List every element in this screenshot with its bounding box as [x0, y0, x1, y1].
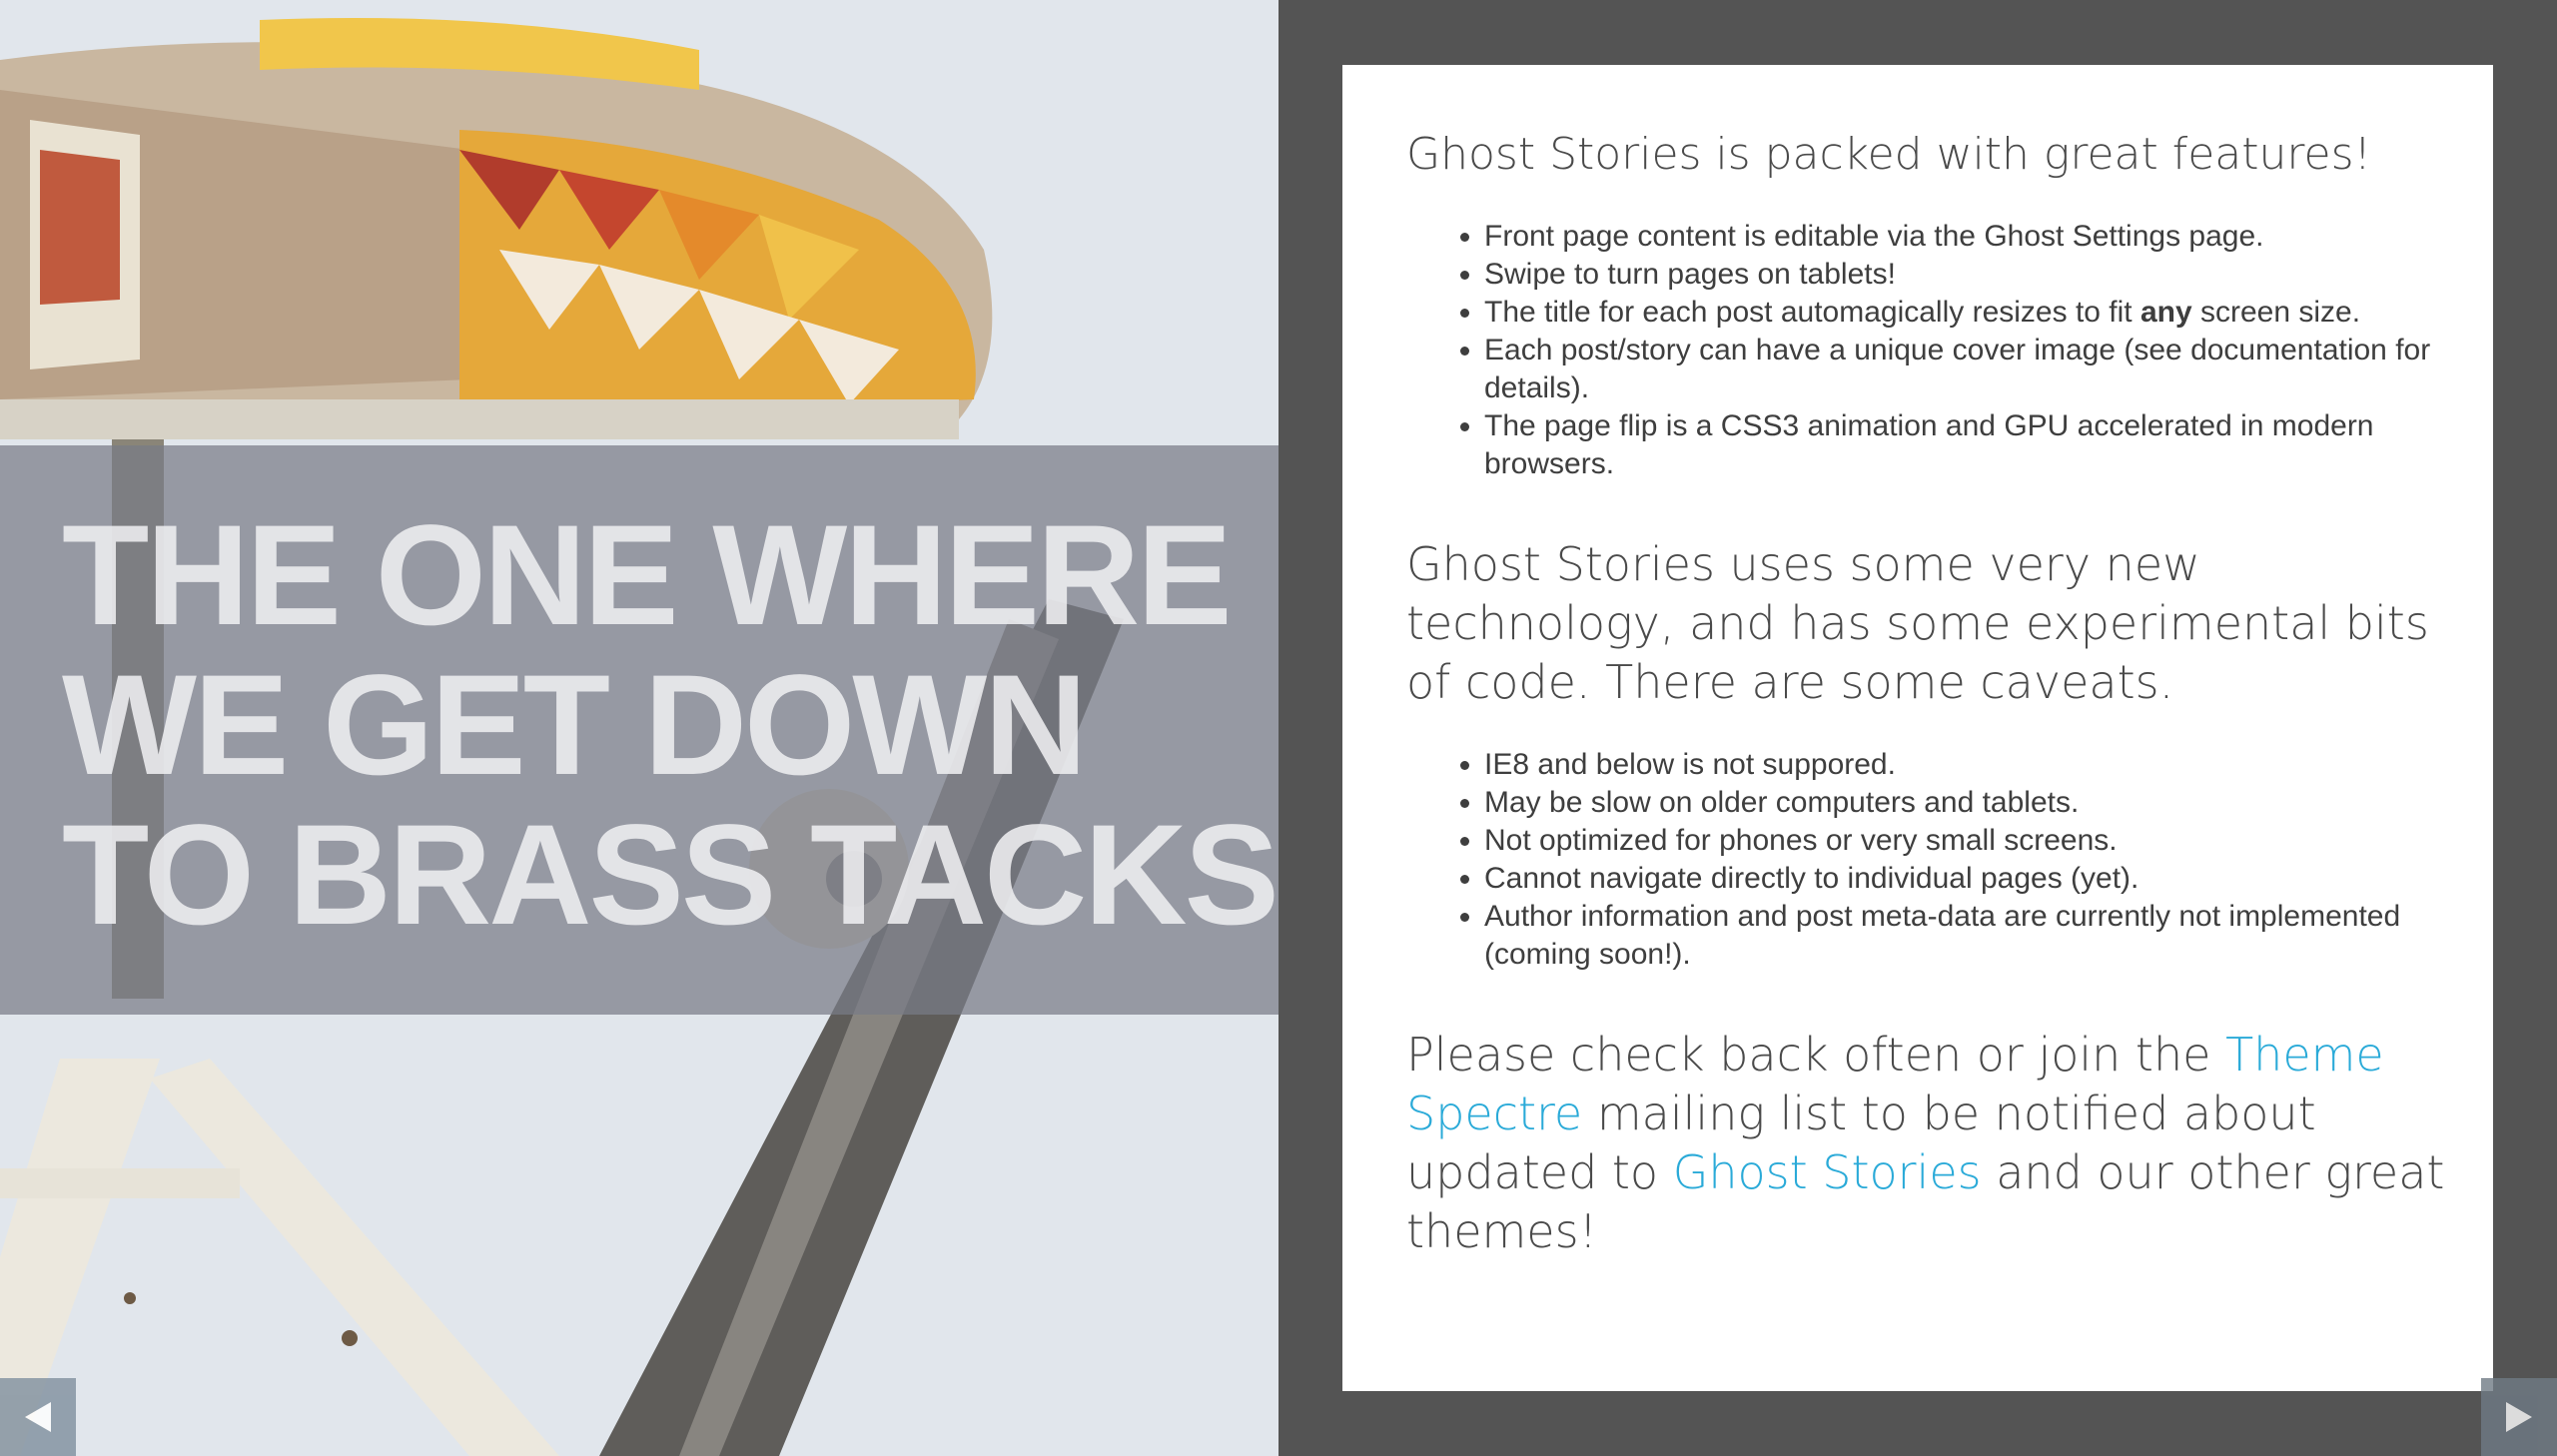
list-item-emphasis: any	[2139, 296, 2192, 329]
list-item-text: screen size.	[2191, 296, 2361, 329]
list-item: The title for each post automagically re…	[1484, 294, 2445, 332]
list-item: Front page content is editable via the G…	[1484, 218, 2445, 256]
list-item: The page flip is a CSS3 animation and GP…	[1484, 407, 2445, 483]
triangle-left-icon	[25, 1402, 51, 1432]
content-page: Ghost Stories is packed with great featu…	[1342, 65, 2493, 1391]
list-item: May be slow on older computers and table…	[1484, 784, 2445, 822]
next-page-button[interactable]	[2481, 1378, 2557, 1456]
post-title: THE ONE WHERE WE GET DOWN TO BRASS TACKS	[62, 496, 1278, 955]
features-list: Front page content is editable via the G…	[1406, 218, 2445, 483]
list-item-text: The title for each post automagically re…	[1484, 296, 2140, 329]
list-item: IE8 and below is not suppored.	[1484, 746, 2445, 784]
list-item: Each post/story can have a unique cover …	[1484, 332, 2445, 407]
caveats-intro: Ghost Stories uses some very new technol…	[1406, 537, 2429, 709]
triangle-right-icon	[2506, 1402, 2532, 1432]
list-item: Author information and post meta-data ar…	[1484, 898, 2445, 974]
outro-paragraph: Please check back often or join the Them…	[1406, 1026, 2445, 1261]
post-title-line: TO BRASS TACKS	[62, 796, 1278, 955]
caveats-list: IE8 and below is not suppored. May be sl…	[1406, 746, 2445, 974]
outro-text: Please check back often or join the	[1406, 1028, 2226, 1082]
previous-page-button[interactable]	[0, 1378, 76, 1456]
list-item: Cannot navigate directly to individual p…	[1484, 860, 2445, 898]
post-content: Ghost Stories is packed with great featu…	[1406, 125, 2445, 1261]
list-item: Not optimized for phones or very small s…	[1484, 822, 2445, 860]
post-title-line: WE GET DOWN	[62, 646, 1088, 805]
list-item: Swipe to turn pages on tablets!	[1484, 256, 2445, 294]
cover-image-panel: THE ONE WHERE WE GET DOWN TO BRASS TACKS	[0, 0, 1278, 1456]
features-intro: Ghost Stories is packed with great featu…	[1406, 129, 2372, 180]
ghost-stories-link[interactable]: Ghost Stories	[1673, 1145, 1982, 1199]
post-title-line: THE ONE WHERE	[62, 496, 1233, 655]
